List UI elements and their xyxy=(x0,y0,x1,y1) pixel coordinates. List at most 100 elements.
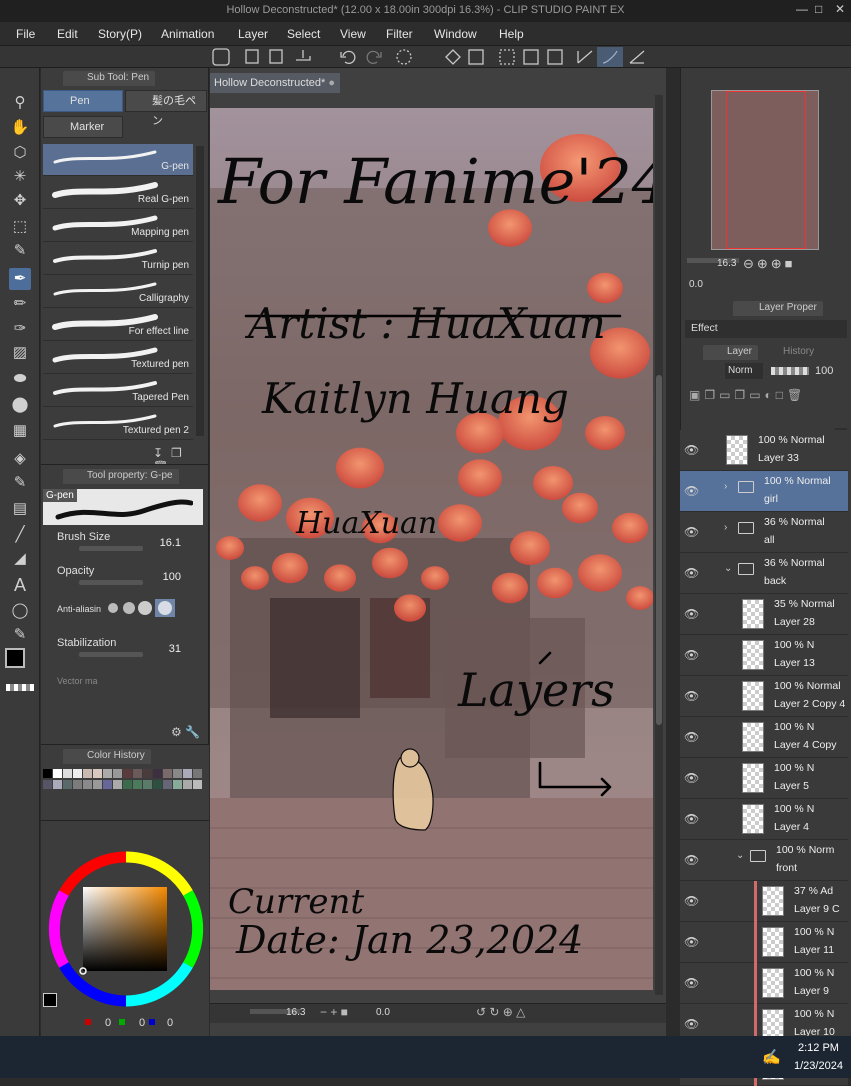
auto-action-tool-icon[interactable]: ✳ xyxy=(9,166,31,188)
layer-row[interactable]: 👁 100 % Normal Layer 2 Copy 4 xyxy=(680,676,848,717)
brush-size-slider[interactable] xyxy=(79,546,143,551)
document-tab[interactable]: Hollow Deconstructed* ● xyxy=(210,73,340,93)
layer-row[interactable]: 👁 › 100 % Normal girl xyxy=(680,471,848,512)
brush-item[interactable]: Tapered Pen xyxy=(43,375,193,407)
brush-tool-icon[interactable]: ✑ xyxy=(9,318,31,340)
layer-name[interactable]: Layer 4 Copy xyxy=(774,739,836,751)
color-swatch[interactable] xyxy=(113,780,122,789)
color-swatch[interactable] xyxy=(53,769,62,778)
color-swatch[interactable] xyxy=(183,769,192,778)
color-swatch[interactable] xyxy=(193,769,202,778)
visibility-eye-icon[interactable]: 👁 xyxy=(684,1017,699,1031)
group-marker[interactable]: Marker xyxy=(43,116,123,138)
transparent-color-swatch[interactable] xyxy=(6,684,34,691)
visibility-eye-icon[interactable]: 👁 xyxy=(684,443,699,457)
visibility-eye-icon[interactable]: 👁 xyxy=(684,853,699,867)
group-hair-pen[interactable]: 髪の毛ペン xyxy=(125,90,207,127)
3d-operation-tool-icon[interactable]: ⬡ xyxy=(9,142,31,164)
history-tab[interactable]: History xyxy=(759,345,821,360)
status-angle-value[interactable]: 0.0 xyxy=(376,1007,390,1018)
tool-property-tab[interactable]: Tool property: G-pe xyxy=(63,469,179,484)
menu-layer[interactable]: Layer xyxy=(238,27,268,41)
zoom-controls-icon[interactable]: − + ■ xyxy=(320,1005,348,1019)
gradient-tool-icon[interactable]: ✎ xyxy=(9,472,31,494)
visibility-eye-icon[interactable]: 👁 xyxy=(684,607,699,621)
opacity-value[interactable]: 100 xyxy=(163,571,181,583)
pencil-tool-icon[interactable]: ✏ xyxy=(9,293,31,315)
collapse-chevron-icon[interactable]: › xyxy=(724,481,727,492)
color-swatch[interactable] xyxy=(73,780,82,789)
layer-name[interactable]: girl xyxy=(764,493,778,505)
group-pen[interactable]: Pen xyxy=(43,90,123,112)
menu-select[interactable]: Select xyxy=(287,27,320,41)
menu-file[interactable]: File xyxy=(16,27,35,41)
opacity-row[interactable]: Opacity 100 xyxy=(57,565,201,593)
color-swatch[interactable] xyxy=(43,780,52,789)
brush-item[interactable]: G-pen xyxy=(43,144,193,176)
color-swatch[interactable] xyxy=(43,769,52,778)
blend-tool-icon[interactable]: ▦ xyxy=(9,420,31,442)
visibility-eye-icon[interactable]: 👁 xyxy=(684,812,699,826)
layer-row[interactable]: 👁 100 % N Layer 9 xyxy=(680,963,848,1004)
color-swatch[interactable] xyxy=(83,769,92,778)
selection-tool-icon[interactable]: ⬚ xyxy=(9,216,31,238)
menu-filter[interactable]: Filter xyxy=(386,27,413,41)
color-swatch[interactable] xyxy=(133,769,142,778)
layer-row[interactable]: 👁 100 % Normal Layer 33 xyxy=(680,430,848,471)
wheel-main-color[interactable] xyxy=(43,993,57,1007)
brush-item[interactable]: Calligraphy xyxy=(43,276,193,308)
decoration-tool-icon[interactable]: ⬬ xyxy=(9,368,31,390)
color-swatch[interactable] xyxy=(143,780,152,789)
collapse-chevron-icon[interactable]: › xyxy=(724,522,727,533)
brush-item[interactable]: Mapping pen xyxy=(43,210,193,242)
layer-row[interactable]: 👁 35 % Normal Layer 28 xyxy=(680,594,848,635)
maximize-icon[interactable]: □ xyxy=(815,2,822,16)
text-tool-icon[interactable]: A xyxy=(9,574,31,596)
brush-item[interactable]: Textured pen xyxy=(43,342,193,374)
menu-window[interactable]: Window xyxy=(434,27,477,41)
color-swatch[interactable] xyxy=(173,769,182,778)
menu-animation[interactable]: Animation xyxy=(161,27,214,41)
layer-row[interactable]: 👁 100 % N Layer 4 xyxy=(680,799,848,840)
navigator-controls-icon[interactable]: ⊖⊕⊕■ xyxy=(743,256,796,272)
eraser-tool-icon[interactable]: ⬤ xyxy=(9,394,31,416)
opacity-slider[interactable] xyxy=(79,580,143,585)
status-zoom-value[interactable]: 16.3 xyxy=(286,1007,305,1018)
layer-property-tab[interactable]: Layer Proper xyxy=(733,301,823,316)
brush-item[interactable]: Real G-pen xyxy=(43,177,193,209)
layer-tab[interactable]: Layer xyxy=(703,345,759,360)
navigator-thumbnail[interactable] xyxy=(711,90,819,250)
artwork-canvas[interactable]: For Fanime'24 Artist : HuaXuan Kaitlyn H… xyxy=(210,108,653,990)
pen-tool-icon[interactable]: ✒ xyxy=(9,268,31,290)
visibility-eye-icon[interactable]: 👁 xyxy=(684,976,699,990)
blend-mode-select[interactable]: Norm xyxy=(725,363,763,379)
sub-tool-tab[interactable]: Sub Tool: Pen xyxy=(63,71,156,86)
layer-name[interactable]: all xyxy=(764,534,775,546)
pen-input-icon[interactable]: ✍ xyxy=(762,1048,781,1066)
color-swatch[interactable] xyxy=(93,780,102,789)
navigator-angle-value[interactable]: 0.0 xyxy=(689,279,703,290)
taskbar-time[interactable]: 2:12 PM xyxy=(798,1042,839,1054)
eyedropper-tool-icon[interactable]: ✎ xyxy=(9,240,31,262)
color-swatch[interactable] xyxy=(133,780,142,789)
color-swatch[interactable] xyxy=(193,780,202,789)
layer-row[interactable]: 👁 100 % N Layer 4 Copy xyxy=(680,717,848,758)
tool-property-settings-icon[interactable]: ⚙ 🔧 xyxy=(171,725,200,739)
color-swatch[interactable] xyxy=(53,780,62,789)
layer-row[interactable]: 👁 100 % N Layer 11 xyxy=(680,922,848,963)
fill-tool-icon[interactable]: ◈ xyxy=(9,448,31,470)
layer-opacity-slider[interactable] xyxy=(771,367,809,375)
layer-name[interactable]: Layer 33 xyxy=(758,452,799,464)
layer-name[interactable]: Layer 2 Copy 4 xyxy=(774,698,845,710)
anti-aliasing-row[interactable]: Anti-aliasin xyxy=(57,599,201,631)
hand-tool-icon[interactable]: ✋ xyxy=(9,117,31,139)
brush-item[interactable]: Textured pen 2 xyxy=(43,408,193,440)
taskbar-date[interactable]: 1/23/2024 xyxy=(794,1060,843,1072)
color-swatch[interactable] xyxy=(73,769,82,778)
visibility-eye-icon[interactable]: 👁 xyxy=(684,648,699,662)
layer-row[interactable]: 👁 ⌄ 100 % Norm front xyxy=(680,840,848,881)
color-wheel[interactable] xyxy=(41,843,209,1013)
color-swatch[interactable] xyxy=(113,769,122,778)
color-swatch[interactable] xyxy=(163,769,172,778)
layer-row[interactable]: 👁 › 36 % Normal all xyxy=(680,512,848,553)
